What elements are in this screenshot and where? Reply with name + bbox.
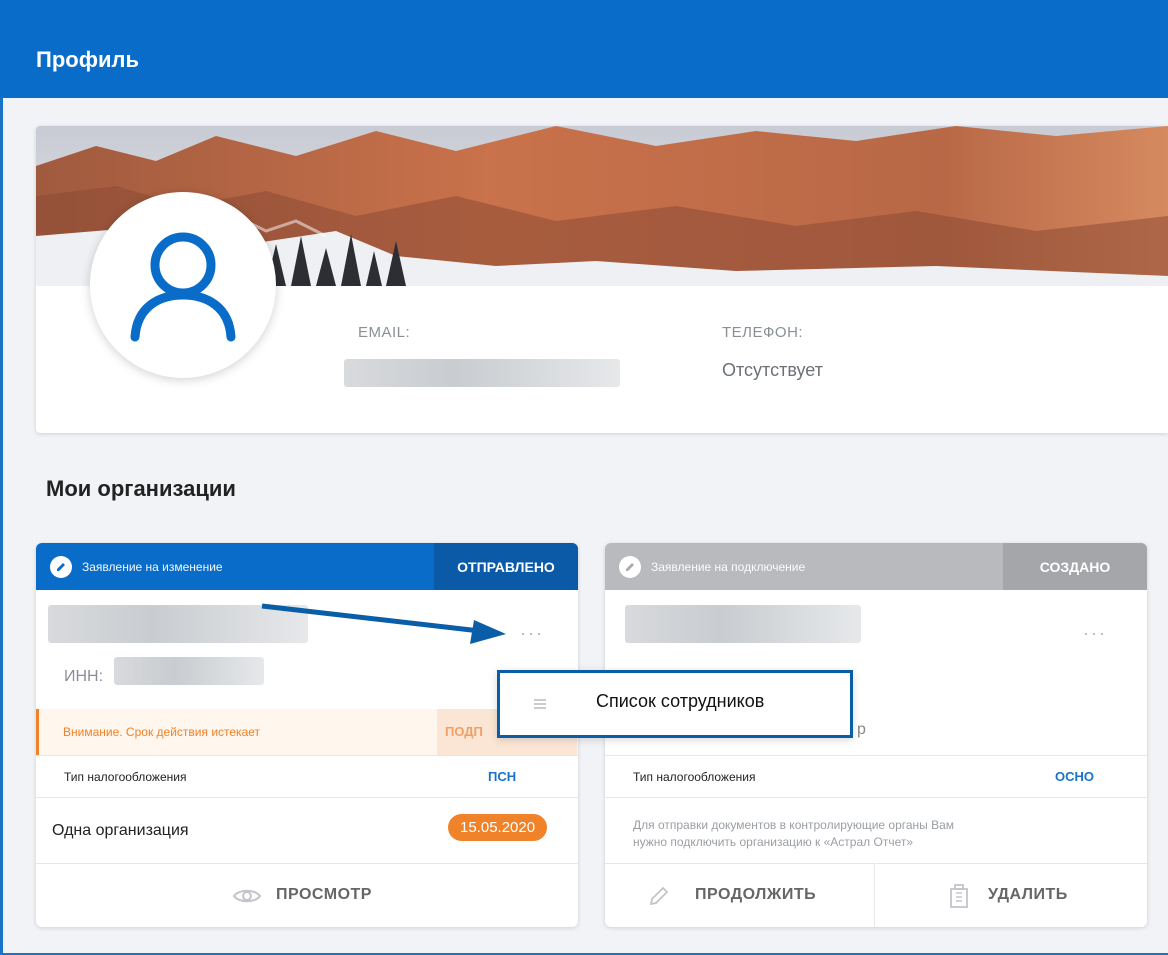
warning-text: Внимание. Срок действия истекает xyxy=(63,725,261,739)
page-title: Профиль xyxy=(36,47,139,72)
context-menu: Список сотрудников xyxy=(497,670,853,738)
trash-icon xyxy=(950,884,968,908)
request-type: Заявление на изменение xyxy=(82,559,223,574)
org-card-header: Заявление на изменение ОТПРАВЛЕНО xyxy=(36,543,578,590)
tax-value[interactable]: ОСНО xyxy=(1055,769,1094,784)
expiry-date-badge: 15.05.2020 xyxy=(448,814,548,841)
status-badge: СОЗДАНО xyxy=(1003,543,1147,590)
phone-label: ТЕЛЕФОН: xyxy=(722,324,804,341)
inn-label: ИНН: xyxy=(64,668,104,685)
org-request-title[interactable]: Заявление на подключение xyxy=(605,543,1003,590)
more-dots-icon[interactable]: ··· xyxy=(520,623,544,644)
menu-item-employees[interactable]: Список сотрудников xyxy=(596,691,764,712)
edit-icon xyxy=(619,555,641,578)
inn-value-redacted xyxy=(114,657,264,685)
avatar[interactable] xyxy=(90,192,276,378)
tax-row: Тип налогообложения ПСН xyxy=(36,755,578,797)
org-name-redacted xyxy=(625,605,861,643)
pencil-icon xyxy=(649,886,669,906)
continue-label: ПРОДОЛЖИТЬ xyxy=(695,886,817,903)
continue-button[interactable]: ПРОДОЛЖИТЬ xyxy=(605,863,875,927)
tax-label: Тип налогообложения xyxy=(633,770,756,784)
edit-icon xyxy=(50,555,72,578)
more-dots-icon[interactable]: ··· xyxy=(1083,623,1107,644)
delete-label: УДАЛИТЬ xyxy=(988,886,1068,903)
email-label: EMAIL: xyxy=(358,324,411,341)
tax-value[interactable]: ПСН xyxy=(488,769,516,784)
top-bar: Профиль xyxy=(0,0,1168,98)
info-line-2: нужно подключить организацию к «Астрал О… xyxy=(633,835,914,849)
one-org-label: Одна организация xyxy=(52,822,189,839)
user-icon xyxy=(130,232,236,342)
status-badge: ОТПРАВЛЕНО xyxy=(434,543,578,590)
list-icon xyxy=(534,699,546,709)
eye-icon xyxy=(232,889,262,903)
info-row: Для отправки документов в контролирующие… xyxy=(605,797,1147,863)
tax-row: Тип налогообложения ОСНО xyxy=(605,755,1147,797)
email-value-redacted xyxy=(344,359,620,387)
tax-label: Тип налогообложения xyxy=(64,770,187,784)
org-card-header: Заявление на подключение СОЗДАНО xyxy=(605,543,1147,590)
view-button[interactable]: ПРОСМОТР xyxy=(36,863,578,927)
partial-text: р xyxy=(857,721,866,738)
org-request-title[interactable]: Заявление на изменение xyxy=(36,543,434,590)
org-name-redacted xyxy=(48,605,308,643)
delete-button[interactable]: УДАЛИТЬ xyxy=(876,863,1147,927)
request-type: Заявление на подключение xyxy=(651,559,806,574)
view-label: ПРОСМОТР xyxy=(276,886,372,903)
one-org-row: Одна организация 15.05.2020 xyxy=(36,797,578,863)
info-line-1: Для отправки документов в контролирующие… xyxy=(633,818,955,832)
section-title: Мои организации xyxy=(46,476,236,501)
phone-value: Отсутствует xyxy=(722,360,823,380)
sign-button-label: ПОДП xyxy=(445,724,483,739)
